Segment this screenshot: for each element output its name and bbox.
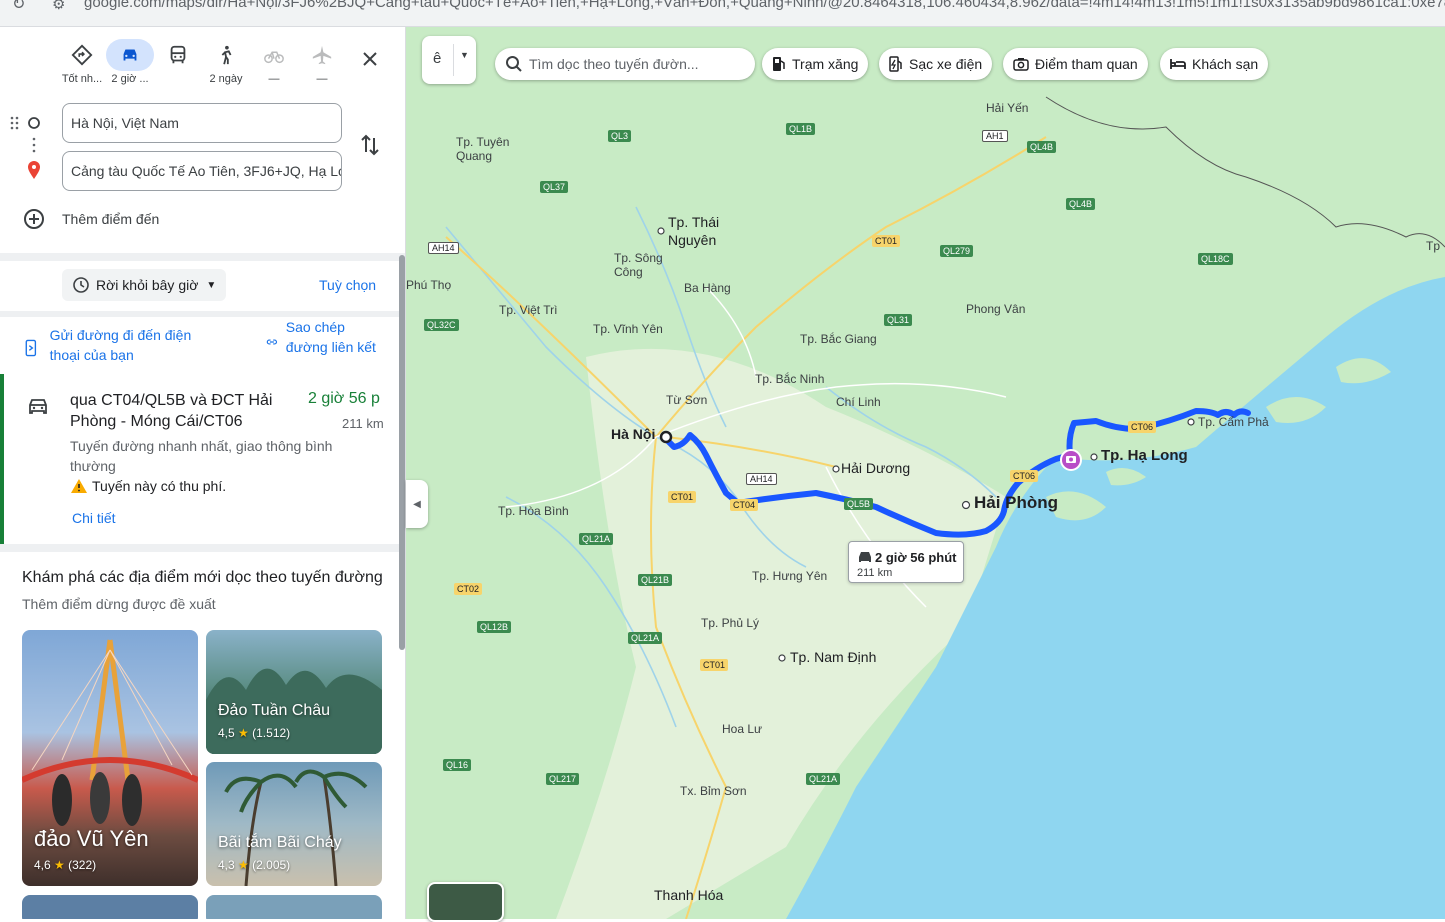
waypoint-markers <box>10 116 40 179</box>
star-icon: ★ <box>54 858 65 872</box>
mode-transit[interactable] <box>152 39 204 73</box>
travel-mode-bar: Tốt nh... 2 giờ ... 2 ngày — — <box>0 27 405 97</box>
destination-input[interactable]: Cảng tàu Quốc Tế Ao Tiên, 3FJ6+JQ, Hạ Lo… <box>62 151 342 191</box>
collapse-panel-button[interactable]: ◀ <box>406 480 428 528</box>
route-name: qua CT04/QL5B và ĐCT Hải Phòng - Móng Cá… <box>70 392 273 430</box>
options-link[interactable]: Tuỳ chọn <box>319 277 376 293</box>
bed-icon <box>1170 59 1186 69</box>
mode-car[interactable]: 2 giờ ... <box>104 39 156 85</box>
transit-icon <box>170 45 186 64</box>
place-card-tuan-chau[interactable]: Đảo Tuần Châu 4,5 ★ (1.512) <box>206 630 382 754</box>
add-destination-button[interactable]: Thêm điểm đến <box>22 207 159 231</box>
origin-marker <box>659 430 673 444</box>
send-to-phone-icon <box>25 339 37 357</box>
chip-attractions[interactable]: Điểm tham quan <box>1003 48 1148 80</box>
panel-scrollbar[interactable] <box>399 255 405 650</box>
mode-walk[interactable]: 2 ngày <box>200 39 252 85</box>
flight-icon <box>312 45 332 65</box>
close-icon <box>363 52 377 66</box>
chevron-left-icon: ◀ <box>413 498 421 510</box>
depart-time-dropdown[interactable]: Rời khỏi bây giờ ▼ <box>62 269 227 301</box>
ev-charging-icon <box>889 56 902 72</box>
route-details-link[interactable]: Chi tiết <box>72 510 116 526</box>
explore-title: Khám phá các địa điểm mới dọc theo tuyến… <box>22 569 383 586</box>
close-directions-button[interactable] <box>356 45 384 73</box>
section-divider <box>0 311 405 317</box>
explore-subtitle: Thêm điểm dừng được đề xuất <box>22 596 216 612</box>
camera-icon <box>1013 58 1029 71</box>
car-icon <box>859 552 871 562</box>
mode-flight[interactable]: — <box>296 39 348 85</box>
search-icon <box>506 56 522 72</box>
place-card-more[interactable] <box>22 895 198 919</box>
route-search-input[interactable]: Tìm dọc theo tuyến đườn... <box>495 48 755 80</box>
directions-panel: Tốt nh... 2 giờ ... 2 ngày — — Hà Nội, V… <box>0 27 406 919</box>
destination-pin-icon <box>28 161 40 179</box>
star-icon: ★ <box>238 858 249 872</box>
chip-hotels[interactable]: Khách sạn <box>1160 48 1269 80</box>
place-card-vu-yen[interactable]: đảo Vũ Yên 4,6 ★ (322) <box>22 630 198 886</box>
bicycle-icon <box>264 51 284 64</box>
route-option[interactable]: qua CT04/QL5B và ĐCT Hải Phòng - Móng Cá… <box>0 374 400 544</box>
walking-icon <box>221 45 232 65</box>
section-divider <box>0 253 405 261</box>
origin-circle-icon <box>28 117 40 129</box>
send-to-phone-button[interactable]: Gửi đường đi đến điện thoại của bạn <box>24 325 224 365</box>
browser-url-bar[interactable]: ↻ ⚙ google.com/maps/dir/Hà+Nội/3FJ6%2BJQ… <box>0 0 1445 27</box>
mode-best[interactable]: Tốt nh... <box>56 39 108 85</box>
layers-button[interactable] <box>427 882 504 922</box>
map-canvas[interactable]: Hà Nội Hải Phòng Tp. Hạ Long Hải Dương T… <box>406 27 1445 919</box>
clock-icon <box>73 277 89 293</box>
swap-button[interactable] <box>356 131 384 159</box>
destination-marker <box>1060 449 1082 471</box>
place-card-bai-chay[interactable]: Bãi tắm Bãi Cháy 4,3 ★ (2.005) <box>206 762 382 886</box>
copy-link-button[interactable]: Sao chép đường liên kết <box>266 321 386 367</box>
site-settings-icon[interactable]: ⚙ <box>52 0 65 13</box>
reload-icon[interactable]: ↻ <box>12 0 25 14</box>
warning-icon <box>71 479 87 493</box>
add-circle-icon <box>24 209 44 229</box>
chevron-down-icon: ▼ <box>460 50 469 60</box>
chevron-down-icon: ▼ <box>206 279 217 291</box>
star-icon: ★ <box>238 726 249 740</box>
gas-station-icon <box>773 57 785 71</box>
route-description: Tuyến đường nhanh nhất, giao thông bình … <box>70 438 333 474</box>
route-distance: 211 km <box>342 416 384 431</box>
swap-icon <box>361 134 379 156</box>
route-time: 2 giờ 56 p <box>308 390 380 407</box>
car-icon <box>123 49 137 61</box>
car-icon <box>29 399 47 414</box>
url-text[interactable]: google.com/maps/dir/Hà+Nội/3FJ6%2BJQ+Cản… <box>84 0 1445 11</box>
drag-handle-icon <box>10 116 19 130</box>
map-route-label[interactable]: 2 giờ 56 phút 211 km <box>848 541 964 583</box>
toll-warning: Tuyến này có thu phí. <box>70 478 226 494</box>
chip-gas-station[interactable]: Trạm xăng <box>762 48 869 80</box>
link-icon <box>266 339 278 345</box>
section-divider <box>0 544 405 552</box>
language-button[interactable]: ê ▼ <box>422 36 476 84</box>
map-svg[interactable] <box>406 27 1445 919</box>
chip-ev-charging[interactable]: Sạc xe điện <box>879 48 993 80</box>
mode-bicycle[interactable]: — <box>248 39 300 85</box>
place-card-more[interactable] <box>206 895 382 919</box>
origin-input[interactable]: Hà Nội, Việt Nam <box>62 103 342 143</box>
best-route-icon <box>71 44 93 66</box>
